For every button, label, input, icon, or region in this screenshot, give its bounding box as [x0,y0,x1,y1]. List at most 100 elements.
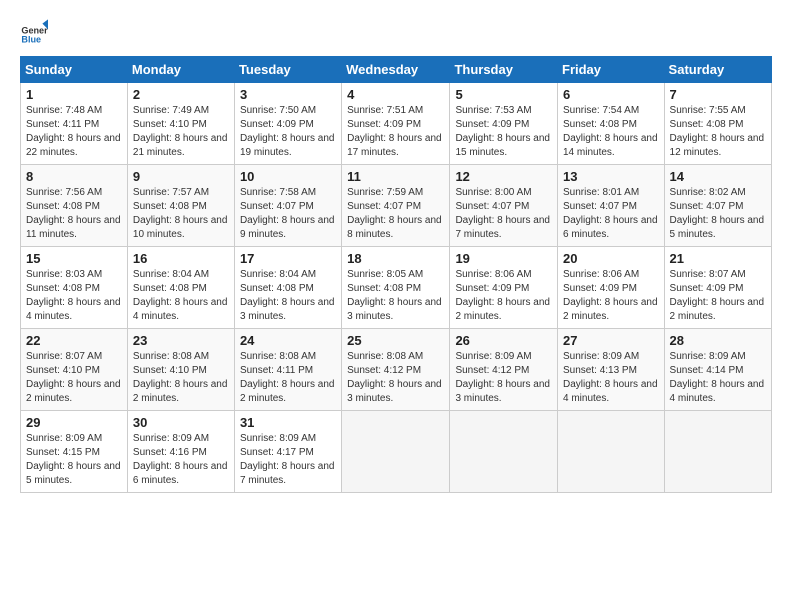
day-number: 21 [670,251,766,266]
calendar-cell: 2 Sunrise: 7:49 AMSunset: 4:10 PMDayligh… [127,83,234,165]
calendar-cell: 24 Sunrise: 8:08 AMSunset: 4:11 PMDaylig… [234,329,341,411]
day-info: Sunrise: 8:09 AMSunset: 4:17 PMDaylight:… [240,433,335,486]
day-number: 22 [26,333,122,348]
calendar-cell: 8 Sunrise: 7:56 AMSunset: 4:08 PMDayligh… [21,165,128,247]
calendar-cell: 9 Sunrise: 7:57 AMSunset: 4:08 PMDayligh… [127,165,234,247]
day-info: Sunrise: 7:50 AMSunset: 4:09 PMDaylight:… [240,105,335,158]
day-info: Sunrise: 7:48 AMSunset: 4:11 PMDaylight:… [26,105,121,158]
calendar-week: 15 Sunrise: 8:03 AMSunset: 4:08 PMDaylig… [21,247,772,329]
day-info: Sunrise: 7:53 AMSunset: 4:09 PMDaylight:… [455,105,550,158]
day-of-week-header: Thursday [450,57,558,83]
day-info: Sunrise: 7:57 AMSunset: 4:08 PMDaylight:… [133,187,228,240]
day-info: Sunrise: 8:03 AMSunset: 4:08 PMDaylight:… [26,269,121,322]
calendar-cell: 6 Sunrise: 7:54 AMSunset: 4:08 PMDayligh… [558,83,665,165]
day-info: Sunrise: 8:02 AMSunset: 4:07 PMDaylight:… [670,187,765,240]
day-number: 16 [133,251,229,266]
calendar-week: 29 Sunrise: 8:09 AMSunset: 4:15 PMDaylig… [21,411,772,493]
day-info: Sunrise: 8:09 AMSunset: 4:12 PMDaylight:… [455,351,550,404]
day-number: 24 [240,333,336,348]
calendar-cell: 29 Sunrise: 8:09 AMSunset: 4:15 PMDaylig… [21,411,128,493]
day-number: 29 [26,415,122,430]
calendar-cell: 26 Sunrise: 8:09 AMSunset: 4:12 PMDaylig… [450,329,558,411]
calendar-cell: 20 Sunrise: 8:06 AMSunset: 4:09 PMDaylig… [558,247,665,329]
day-info: Sunrise: 8:05 AMSunset: 4:08 PMDaylight:… [347,269,442,322]
calendar-table: SundayMondayTuesdayWednesdayThursdayFrid… [20,56,772,493]
day-number: 17 [240,251,336,266]
day-info: Sunrise: 8:07 AMSunset: 4:10 PMDaylight:… [26,351,121,404]
logo-icon: General Blue [20,18,48,46]
calendar-cell: 22 Sunrise: 8:07 AMSunset: 4:10 PMDaylig… [21,329,128,411]
day-info: Sunrise: 8:00 AMSunset: 4:07 PMDaylight:… [455,187,550,240]
day-info: Sunrise: 8:08 AMSunset: 4:12 PMDaylight:… [347,351,442,404]
day-number: 10 [240,169,336,184]
day-number: 13 [563,169,659,184]
logo: General Blue [20,18,52,46]
day-number: 4 [347,87,444,102]
calendar-cell: 15 Sunrise: 8:03 AMSunset: 4:08 PMDaylig… [21,247,128,329]
calendar-cell: 5 Sunrise: 7:53 AMSunset: 4:09 PMDayligh… [450,83,558,165]
day-info: Sunrise: 8:08 AMSunset: 4:11 PMDaylight:… [240,351,335,404]
day-number: 23 [133,333,229,348]
day-number: 14 [670,169,766,184]
day-info: Sunrise: 8:04 AMSunset: 4:08 PMDaylight:… [133,269,228,322]
day-info: Sunrise: 7:58 AMSunset: 4:07 PMDaylight:… [240,187,335,240]
day-info: Sunrise: 7:54 AMSunset: 4:08 PMDaylight:… [563,105,658,158]
day-info: Sunrise: 7:51 AMSunset: 4:09 PMDaylight:… [347,105,442,158]
day-info: Sunrise: 8:09 AMSunset: 4:14 PMDaylight:… [670,351,765,404]
day-number: 2 [133,87,229,102]
day-info: Sunrise: 8:06 AMSunset: 4:09 PMDaylight:… [563,269,658,322]
day-info: Sunrise: 8:08 AMSunset: 4:10 PMDaylight:… [133,351,228,404]
calendar-cell: 17 Sunrise: 8:04 AMSunset: 4:08 PMDaylig… [234,247,341,329]
day-info: Sunrise: 8:07 AMSunset: 4:09 PMDaylight:… [670,269,765,322]
day-info: Sunrise: 8:06 AMSunset: 4:09 PMDaylight:… [455,269,550,322]
calendar-cell: 4 Sunrise: 7:51 AMSunset: 4:09 PMDayligh… [342,83,450,165]
day-of-week-header: Sunday [21,57,128,83]
day-number: 31 [240,415,336,430]
calendar-cell: 31 Sunrise: 8:09 AMSunset: 4:17 PMDaylig… [234,411,341,493]
calendar-cell: 21 Sunrise: 8:07 AMSunset: 4:09 PMDaylig… [664,247,771,329]
calendar-cell [342,411,450,493]
day-number: 19 [455,251,552,266]
day-number: 27 [563,333,659,348]
calendar-cell: 1 Sunrise: 7:48 AMSunset: 4:11 PMDayligh… [21,83,128,165]
day-number: 3 [240,87,336,102]
day-info: Sunrise: 8:04 AMSunset: 4:08 PMDaylight:… [240,269,335,322]
calendar-cell: 10 Sunrise: 7:58 AMSunset: 4:07 PMDaylig… [234,165,341,247]
page: General Blue SundayMondayTuesdayWednesda… [0,0,792,503]
day-number: 12 [455,169,552,184]
calendar-cell: 11 Sunrise: 7:59 AMSunset: 4:07 PMDaylig… [342,165,450,247]
day-number: 7 [670,87,766,102]
calendar-cell: 16 Sunrise: 8:04 AMSunset: 4:08 PMDaylig… [127,247,234,329]
calendar-week: 1 Sunrise: 7:48 AMSunset: 4:11 PMDayligh… [21,83,772,165]
day-info: Sunrise: 8:01 AMSunset: 4:07 PMDaylight:… [563,187,658,240]
calendar-cell: 19 Sunrise: 8:06 AMSunset: 4:09 PMDaylig… [450,247,558,329]
day-number: 20 [563,251,659,266]
calendar-cell: 18 Sunrise: 8:05 AMSunset: 4:08 PMDaylig… [342,247,450,329]
calendar-cell: 27 Sunrise: 8:09 AMSunset: 4:13 PMDaylig… [558,329,665,411]
day-info: Sunrise: 7:56 AMSunset: 4:08 PMDaylight:… [26,187,121,240]
day-number: 1 [26,87,122,102]
calendar-cell: 13 Sunrise: 8:01 AMSunset: 4:07 PMDaylig… [558,165,665,247]
calendar-cell [450,411,558,493]
day-number: 28 [670,333,766,348]
day-number: 18 [347,251,444,266]
day-of-week-row: SundayMondayTuesdayWednesdayThursdayFrid… [21,57,772,83]
calendar-week: 8 Sunrise: 7:56 AMSunset: 4:08 PMDayligh… [21,165,772,247]
day-of-week-header: Monday [127,57,234,83]
calendar-cell: 7 Sunrise: 7:55 AMSunset: 4:08 PMDayligh… [664,83,771,165]
day-number: 9 [133,169,229,184]
svg-text:Blue: Blue [21,35,41,45]
calendar-cell: 28 Sunrise: 8:09 AMSunset: 4:14 PMDaylig… [664,329,771,411]
day-of-week-header: Wednesday [342,57,450,83]
day-info: Sunrise: 8:09 AMSunset: 4:16 PMDaylight:… [133,433,228,486]
day-info: Sunrise: 7:49 AMSunset: 4:10 PMDaylight:… [133,105,228,158]
day-of-week-header: Saturday [664,57,771,83]
calendar-cell [664,411,771,493]
calendar-cell: 14 Sunrise: 8:02 AMSunset: 4:07 PMDaylig… [664,165,771,247]
day-info: Sunrise: 7:55 AMSunset: 4:08 PMDaylight:… [670,105,765,158]
day-number: 11 [347,169,444,184]
day-number: 15 [26,251,122,266]
header: General Blue [20,18,772,46]
day-of-week-header: Tuesday [234,57,341,83]
day-number: 25 [347,333,444,348]
